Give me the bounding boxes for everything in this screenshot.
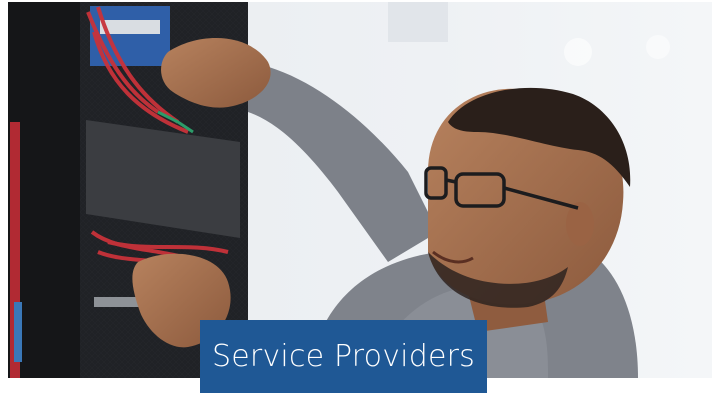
caption-label: Service Providers (212, 339, 475, 374)
caption-banner[interactable]: Service Providers (200, 320, 487, 393)
category-card[interactable]: Service Providers (0, 0, 718, 393)
